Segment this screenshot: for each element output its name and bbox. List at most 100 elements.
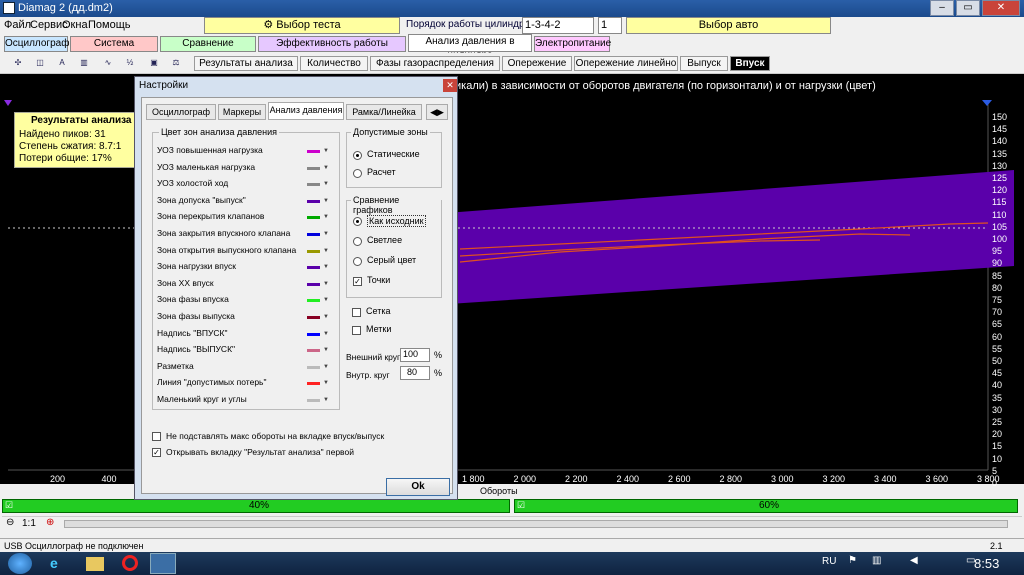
dlg-tab-frame[interactable]: Рамка/Линейка (346, 104, 422, 120)
color-swatch[interactable] (307, 282, 320, 286)
dropdown-arrow-icon[interactable]: ▼ (323, 380, 329, 386)
points-checkbox[interactable]: ✓ (353, 277, 362, 286)
color-swatch[interactable] (307, 316, 320, 319)
cyl-order-select[interactable]: 1-3-4-2 (522, 17, 594, 34)
dropdown-arrow-icon[interactable]: ▼ (323, 198, 329, 204)
subtab-intake[interactable]: Впуск (730, 56, 770, 71)
inner-circle-input[interactable]: 80 (400, 366, 430, 380)
start-button-icon[interactable] (8, 553, 32, 574)
ok-button[interactable]: Ok (386, 478, 450, 496)
dropdown-arrow-icon[interactable]: ▼ (323, 331, 329, 337)
subtab-advance[interactable]: Опережение (502, 56, 572, 71)
dropdown-arrow-icon[interactable]: ▼ (323, 214, 329, 220)
clock[interactable]: 8:53 (974, 556, 999, 571)
subtab-valve-phases[interactable]: Фазы газораспределения (370, 56, 500, 71)
subtab-count[interactable]: Количество (300, 56, 368, 71)
test-select-icon: ⚙ (263, 19, 277, 31)
grid-checkbox[interactable] (352, 308, 361, 317)
zones-calc-radio[interactable] (353, 169, 362, 178)
load-bar-2[interactable]: ☑ 60% (514, 499, 1018, 513)
dialog-close-button[interactable]: ✕ (443, 79, 457, 92)
color-swatch[interactable] (307, 266, 320, 270)
subtab-exhaust[interactable]: Выпуск (680, 56, 728, 71)
lang-indicator[interactable]: RU (822, 556, 836, 567)
open-results-checkbox[interactable]: ✓ (152, 448, 161, 457)
dropdown-arrow-icon[interactable]: ▼ (323, 397, 329, 403)
color-swatch[interactable] (307, 365, 320, 369)
dropdown-arrow-icon[interactable]: ▼ (323, 364, 329, 370)
tab-oscilloscope[interactable]: Осциллограф (4, 36, 69, 52)
opera-icon[interactable] (122, 555, 138, 571)
subtab-results[interactable]: Результаты анализа (194, 56, 298, 71)
tray-volume-icon[interactable]: ◀ (910, 555, 918, 566)
minimize-button[interactable]: – (930, 0, 954, 16)
dropdown-arrow-icon[interactable]: ▼ (323, 248, 329, 254)
tab-cylinder-compare[interactable]: Сравнение цилиндров (160, 36, 256, 63)
dropdown-arrow-icon[interactable]: ▼ (323, 264, 329, 270)
zoom-in-icon[interactable]: ⊕ (46, 517, 54, 528)
dropdown-arrow-icon[interactable]: ▼ (323, 231, 329, 237)
cyl-number-stepper[interactable]: 1 (598, 17, 622, 34)
left-marker-icon[interactable] (4, 100, 12, 106)
tool-line-icon[interactable]: ∿ (98, 54, 118, 72)
dlg-tab-oscilloscope[interactable]: Осциллограф (146, 104, 216, 120)
folder-icon[interactable] (86, 557, 104, 571)
dropdown-arrow-icon[interactable]: ▼ (323, 281, 329, 287)
subtab-advance-linear[interactable]: Опережение линейно (574, 56, 678, 71)
tray-network-icon[interactable]: ▥ (872, 555, 881, 566)
tab-pressure-analysis[interactable]: Анализ давления в цилиндре (408, 34, 532, 61)
dropdown-arrow-icon[interactable]: ▼ (323, 165, 329, 171)
menu-windows[interactable]: Окна (62, 19, 88, 31)
close-button[interactable]: ✕ (982, 0, 1020, 16)
compare-light-radio[interactable] (353, 237, 362, 246)
tray-flag-icon[interactable]: ⚑ (848, 555, 857, 566)
dlg-tab-markers[interactable]: Маркеры (218, 104, 266, 120)
dropdown-arrow-icon[interactable]: ▼ (323, 297, 329, 303)
tool-balance-icon[interactable]: ⚖ (166, 54, 186, 72)
tool-wave-icon[interactable]: ✣ (8, 54, 28, 72)
dropdown-arrow-icon[interactable]: ▼ (323, 347, 329, 353)
color-swatch[interactable] (307, 399, 320, 402)
dropdown-arrow-icon[interactable]: ▼ (323, 181, 329, 187)
right-marker-icon[interactable] (982, 100, 992, 106)
dropdown-arrow-icon[interactable]: ▼ (323, 314, 329, 320)
tool-auto-icon[interactable]: A (52, 54, 72, 72)
color-swatch[interactable] (307, 216, 320, 220)
tool-scale-icon[interactable]: ◫ (30, 54, 50, 72)
compare-original-radio[interactable] (353, 217, 362, 226)
color-swatch[interactable] (307, 150, 320, 153)
compare-gray-radio[interactable] (353, 257, 362, 266)
outer-circle-input[interactable]: 100 (400, 348, 430, 362)
dropdown-arrow-icon[interactable]: ▼ (323, 148, 329, 154)
load-bar-1[interactable]: ☑ 40% (2, 499, 510, 513)
tool-algo-icon[interactable]: ½ (120, 54, 140, 72)
test-select[interactable]: ⚙ Выбор теста (204, 17, 400, 34)
zoom-out-icon[interactable]: ⊖ (6, 517, 14, 528)
diamag-task-icon[interactable] (150, 553, 176, 574)
dlg-tab-scroll-icon[interactable]: ◀▶ (426, 104, 448, 120)
zones-static-radio[interactable] (353, 151, 362, 160)
maximize-button[interactable]: ▭ (956, 0, 980, 16)
color-swatch[interactable] (307, 332, 320, 336)
color-swatch[interactable] (307, 233, 320, 236)
dlg-tab-pressure[interactable]: Анализ давления (268, 102, 344, 120)
ie-icon[interactable]: e (50, 555, 68, 572)
tab-power[interactable]: Электропитание (534, 36, 611, 52)
color-swatch[interactable] (307, 166, 320, 170)
color-swatch[interactable] (307, 382, 320, 386)
menu-file[interactable]: Файл (4, 19, 31, 31)
tool-bars-icon[interactable]: ▥ (74, 54, 94, 72)
color-swatch[interactable] (307, 199, 320, 203)
color-swatch[interactable] (307, 249, 320, 253)
max-rpm-checkbox[interactable] (152, 432, 161, 441)
tab-cylinder-efficiency[interactable]: Эффективность работы цилиндров (258, 36, 406, 63)
horizontal-scrollbar[interactable] (64, 520, 1008, 528)
color-swatch[interactable] (307, 299, 320, 303)
marks-checkbox[interactable] (352, 326, 361, 335)
menu-help[interactable]: Помощь (88, 19, 131, 31)
tab-ignition[interactable]: Система зажигания (70, 36, 158, 63)
color-swatch[interactable] (307, 349, 320, 353)
color-swatch[interactable] (307, 183, 320, 187)
tool-save-icon[interactable]: ▣ (144, 54, 164, 72)
car-select[interactable]: Выбор авто (626, 17, 831, 34)
